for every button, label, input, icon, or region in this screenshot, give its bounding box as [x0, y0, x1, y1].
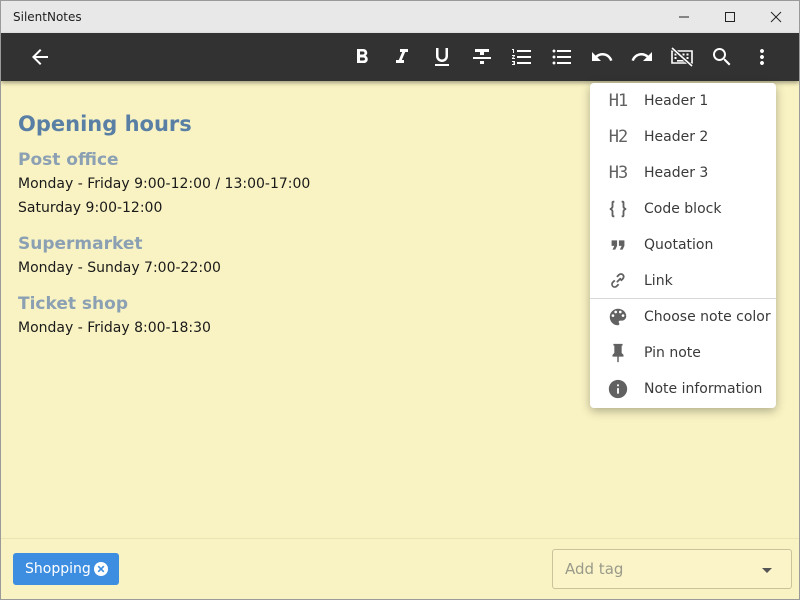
- section-title-post-office: Post office: [18, 150, 119, 170]
- menu-item-header-3[interactable]: H3 Header 3: [590, 155, 776, 191]
- close-button[interactable]: [753, 1, 799, 33]
- note-editor[interactable]: Opening hours Post office Monday - Frida…: [18, 81, 578, 340]
- bullet-list-icon: [552, 49, 571, 65]
- menu-item-label: Header 1: [644, 93, 709, 109]
- info-icon: [606, 377, 630, 401]
- palette-icon: [606, 305, 630, 329]
- underline-icon: [435, 48, 449, 66]
- bold-icon: [357, 49, 368, 63]
- remove-tag-icon[interactable]: [93, 561, 109, 577]
- redo-icon: [631, 52, 652, 61]
- quotation-icon: [606, 233, 630, 257]
- menu-item-pin-note[interactable]: Pin note: [590, 335, 776, 371]
- undo-icon: [592, 52, 613, 61]
- more-vert-icon: [760, 49, 764, 65]
- undo-button[interactable]: [582, 37, 622, 77]
- menu-item-label: Code block: [644, 201, 722, 217]
- underline-button[interactable]: [422, 37, 462, 77]
- redo-button[interactable]: [622, 37, 662, 77]
- menu-item-label: Quotation: [644, 237, 714, 253]
- more-options-button[interactable]: [742, 37, 782, 77]
- search-icon: [713, 48, 731, 66]
- header-1-icon: H1: [608, 91, 629, 111]
- note-line: Monday - Friday 8:00-18:30: [18, 320, 211, 336]
- tag-label: Shopping: [25, 561, 91, 577]
- tag-chip-shopping[interactable]: Shopping: [13, 553, 119, 585]
- menu-item-header-2[interactable]: H2 Header 2: [590, 119, 776, 155]
- maximize-icon: [725, 12, 735, 22]
- dropdown-arrow-icon[interactable]: [759, 562, 775, 578]
- menu-item-label: Pin note: [644, 345, 701, 361]
- italic-icon: [396, 49, 408, 63]
- menu-item-choose-note-color[interactable]: Choose note color: [590, 299, 776, 335]
- arrow-back-icon: [32, 49, 48, 65]
- menu-item-header-1[interactable]: H1 Header 1: [590, 83, 776, 119]
- menu-item-quotation[interactable]: Quotation: [590, 227, 776, 263]
- menu-item-code-block[interactable]: Code block: [590, 191, 776, 227]
- menu-item-label: Note information: [644, 381, 763, 397]
- minimize-button[interactable]: [661, 1, 707, 33]
- title-bar: SilentNotes: [1, 1, 799, 33]
- menu-item-label: Header 2: [644, 129, 709, 145]
- formatting-menu: H1 Header 1 H2 Header 2 H3 Header 3 Code…: [590, 83, 776, 408]
- editor-toolbar: [1, 33, 799, 81]
- ordered-list-button[interactable]: [502, 37, 542, 77]
- italic-button[interactable]: [382, 37, 422, 77]
- section-title-ticket-shop: Ticket shop: [18, 294, 128, 314]
- ordered-list-icon: [512, 49, 531, 65]
- menu-item-label: Header 3: [644, 165, 709, 181]
- close-icon: [770, 11, 782, 23]
- back-button[interactable]: [20, 37, 60, 77]
- note-heading: Opening hours: [18, 112, 192, 136]
- bullet-list-button[interactable]: [542, 37, 582, 77]
- code-block-icon: [606, 197, 630, 221]
- note-line: Monday - Sunday 7:00-22:00: [18, 260, 221, 276]
- link-icon: [606, 269, 630, 293]
- keyboard-off-icon: [670, 46, 694, 68]
- header-3-icon: H3: [608, 163, 629, 183]
- minimize-icon: [679, 16, 689, 18]
- maximize-button[interactable]: [707, 1, 753, 33]
- menu-item-label: Link: [644, 273, 673, 289]
- add-tag-combobox[interactable]: [552, 549, 792, 589]
- section-title-supermarket: Supermarket: [18, 234, 143, 254]
- note-line: Monday - Friday 9:00-12:00 / 13:00-17:00: [18, 176, 311, 192]
- bold-button[interactable]: [342, 37, 382, 77]
- note-line: Saturday 9:00-12:00: [18, 200, 163, 216]
- add-tag-input[interactable]: [565, 559, 745, 579]
- strikethrough-button[interactable]: [462, 37, 502, 77]
- app-window: SilentNotes Opening hours Post office Mo…: [0, 0, 800, 600]
- tag-bar: Shopping: [1, 538, 799, 599]
- menu-item-link[interactable]: Link: [590, 263, 776, 299]
- pin-icon: [606, 341, 630, 365]
- strikethrough-icon: [473, 49, 491, 64]
- menu-item-label: Choose note color: [644, 309, 771, 325]
- keyboard-toggle-button[interactable]: [662, 37, 702, 77]
- search-button[interactable]: [702, 37, 742, 77]
- menu-item-note-information[interactable]: Note information: [590, 371, 776, 407]
- header-2-icon: H2: [608, 127, 629, 147]
- window-title: SilentNotes: [13, 10, 82, 24]
